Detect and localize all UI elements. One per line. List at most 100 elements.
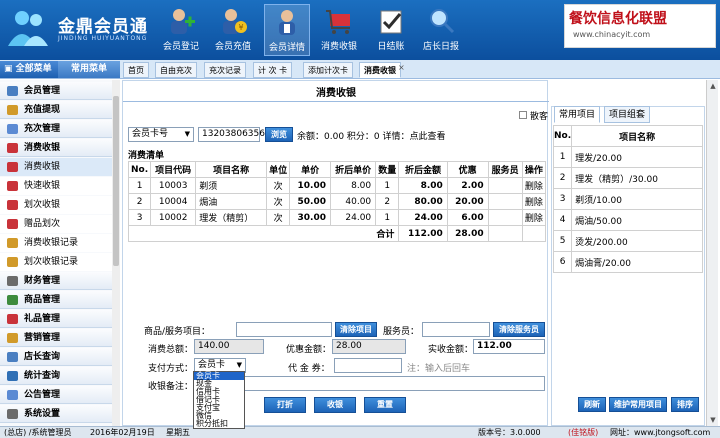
voucher-input[interactable]: [334, 358, 402, 373]
card-type-select[interactable]: 会员卡号 ▼: [128, 127, 194, 142]
sidebar-item[interactable]: 营销管理: [0, 329, 112, 347]
tab-recharge-record[interactable]: 充次记录: [204, 62, 246, 78]
maintain-items-button[interactable]: 维护常用项目: [609, 397, 667, 412]
remark-label: 收银备注：: [148, 382, 194, 392]
waiter-input[interactable]: [422, 322, 490, 337]
remark-input[interactable]: [194, 376, 545, 391]
card-number-input[interactable]: 13203806356: [198, 127, 265, 142]
sidebar-item[interactable]: 公告管理: [0, 386, 112, 404]
discount-field[interactable]: 28.00: [332, 339, 406, 354]
sidebar-item[interactable]: 店长查询: [0, 348, 112, 366]
quick-item-row[interactable]: 4 焗油/50.00: [552, 209, 703, 231]
sidebar-item[interactable]: 划次收银: [0, 196, 112, 214]
sidebar-scroll-thumb[interactable]: [113, 96, 119, 266]
tab-count-card[interactable]: 计 次 卡: [253, 62, 293, 78]
quick-item-name[interactable]: 理发（精剪）/30.00: [571, 167, 703, 189]
sidebar-item[interactable]: 礼品管理: [0, 310, 112, 328]
clear-waiter-button[interactable]: 清除服务员: [493, 322, 545, 337]
clear-items-button[interactable]: 清除项目: [335, 322, 377, 337]
quick-item-name[interactable]: 剃须/10.00: [571, 188, 703, 210]
cart-header-cell: 折后金额: [398, 161, 448, 178]
tab-checkout[interactable]: 消费收银: [359, 62, 401, 78]
cart-cell: 理发（精剪）: [195, 209, 267, 226]
tab-item-sets[interactable]: 项目组套: [604, 106, 651, 123]
cart-header-cell: 优惠: [446, 161, 489, 178]
quick-header-row: No. 项目名称: [552, 125, 703, 147]
cart-cell: 3: [127, 209, 152, 226]
total-consume-field[interactable]: 140.00: [194, 339, 264, 354]
sidebar-item[interactable]: 快速收银: [0, 177, 112, 195]
cart-row: 2 10004 焗油次 50.00 40.00 2 80.00 20.00 删除: [127, 193, 547, 210]
brand-banner[interactable]: 餐饮信息化联盟 www.chinacyit.com: [564, 4, 716, 48]
cart-cell: 50.00: [289, 193, 331, 210]
sidebar-item-label: 系统设置: [24, 409, 61, 419]
sidebar-item[interactable]: 统计查询: [0, 367, 112, 385]
quick-item-row[interactable]: 3 剃须/10.00: [552, 188, 703, 210]
actual-field[interactable]: 112.00: [473, 339, 545, 354]
toolbar-manager-report-button[interactable]: 店长日报: [418, 4, 464, 56]
quick-item-name[interactable]: 烫发/200.00: [571, 230, 703, 252]
status-user: (总店) /系统管理员: [4, 428, 72, 437]
member-summary[interactable]: 余额：0.00 积分：0 详情：点此查看: [297, 129, 446, 142]
guest-checkbox[interactable]: [519, 111, 527, 119]
quick-item-row[interactable]: 5 烫发/200.00: [552, 230, 703, 252]
discount-label: 优惠金额：: [286, 345, 332, 355]
tab-free-recharge[interactable]: 自由充次: [155, 62, 197, 78]
delete-link[interactable]: 删除: [521, 193, 547, 210]
quick-item-no: 3: [552, 188, 573, 210]
refresh-button[interactable]: 刷新: [578, 397, 606, 412]
sidebar-item[interactable]: 商品管理: [0, 291, 112, 309]
menu-tab-common[interactable]: 常用菜单: [58, 61, 120, 78]
quick-item-row[interactable]: 1 理发/20.00: [552, 146, 703, 168]
delete-link[interactable]: 删除: [521, 209, 547, 226]
toolbar-member-register-button[interactable]: 会员登记: [158, 4, 204, 56]
sidebar-item[interactable]: 消费收银记录: [0, 234, 112, 252]
sidebar-item[interactable]: 充值提现: [0, 101, 112, 119]
sidebar-item[interactable]: 财务管理: [0, 272, 112, 290]
cart-header-cell: 项目代码: [150, 161, 197, 178]
quick-item-row[interactable]: 6 焗油膏/20.00: [552, 251, 703, 273]
scroll-down-icon[interactable]: ▼: [707, 414, 719, 426]
print-button[interactable]: 打折: [264, 397, 306, 413]
sort-button[interactable]: 排序: [671, 397, 699, 412]
product-input[interactable]: [236, 322, 332, 337]
menu-tab-all[interactable]: ▣ 全部菜单: [0, 61, 58, 78]
sidebar-item-label: 快速收银: [24, 181, 61, 191]
quick-item-row[interactable]: 2 理发（精剪）/30.00: [552, 167, 703, 189]
sidebar-item[interactable]: 系统设置: [0, 405, 112, 423]
user-recharge-icon: ¥: [223, 9, 247, 34]
tab-close-icon[interactable]: ×: [398, 63, 405, 72]
cart-cell: 2: [127, 193, 152, 210]
toolbar-member-recharge-button[interactable]: ¥ 会员充值: [210, 4, 256, 56]
toolbar-checkout-button[interactable]: 消费收银: [316, 4, 362, 56]
toolbar-member-detail-button[interactable]: 会员详情: [264, 4, 310, 56]
reset-button[interactable]: 重置: [364, 397, 406, 413]
page-scrollbar[interactable]: ▲ ▼: [706, 80, 718, 426]
sidebar-item[interactable]: 会员管理: [0, 82, 112, 100]
scroll-up-icon[interactable]: ▲: [707, 80, 719, 92]
sidebar-item[interactable]: 划次收银记录: [0, 253, 112, 271]
quick-item-name[interactable]: 焗油膏/20.00: [571, 251, 703, 273]
voucher-note: 注：输入后回车: [407, 364, 471, 374]
sidebar-item[interactable]: 充次管理: [0, 120, 112, 138]
status-website[interactable]: 网址：www.jtongsoft.com: [610, 427, 710, 438]
tab-common-items[interactable]: 常用项目: [554, 106, 601, 123]
tab-add-count-card[interactable]: 添加计次卡: [303, 62, 353, 78]
cart-cell: 1: [375, 209, 400, 226]
pay-option[interactable]: 积分抵扣: [194, 420, 244, 428]
quick-item-name[interactable]: 焗油/50.00: [571, 209, 703, 231]
checkout-button[interactable]: 收银: [314, 397, 356, 413]
sidebar-item[interactable]: 消费收银: [0, 139, 112, 157]
sidebar-item[interactable]: 赠品划次: [0, 215, 112, 233]
total-amount: 112.00: [398, 225, 448, 242]
sidebar-item-label: 充次管理: [24, 124, 61, 134]
sidebar-item[interactable]: 消费收银: [0, 158, 112, 176]
chevron-down-icon: ▼: [184, 130, 190, 138]
delete-link[interactable]: 删除: [521, 177, 547, 194]
toolbar-daily-settlement-button[interactable]: 日结账: [368, 4, 414, 56]
tab-home[interactable]: 首页: [123, 62, 149, 78]
browse-button[interactable]: 浏览: [265, 127, 293, 142]
cart-cell: [487, 193, 523, 210]
quick-item-name[interactable]: 理发/20.00: [571, 146, 703, 168]
sidebar-item-label: 划次收银: [24, 200, 61, 210]
